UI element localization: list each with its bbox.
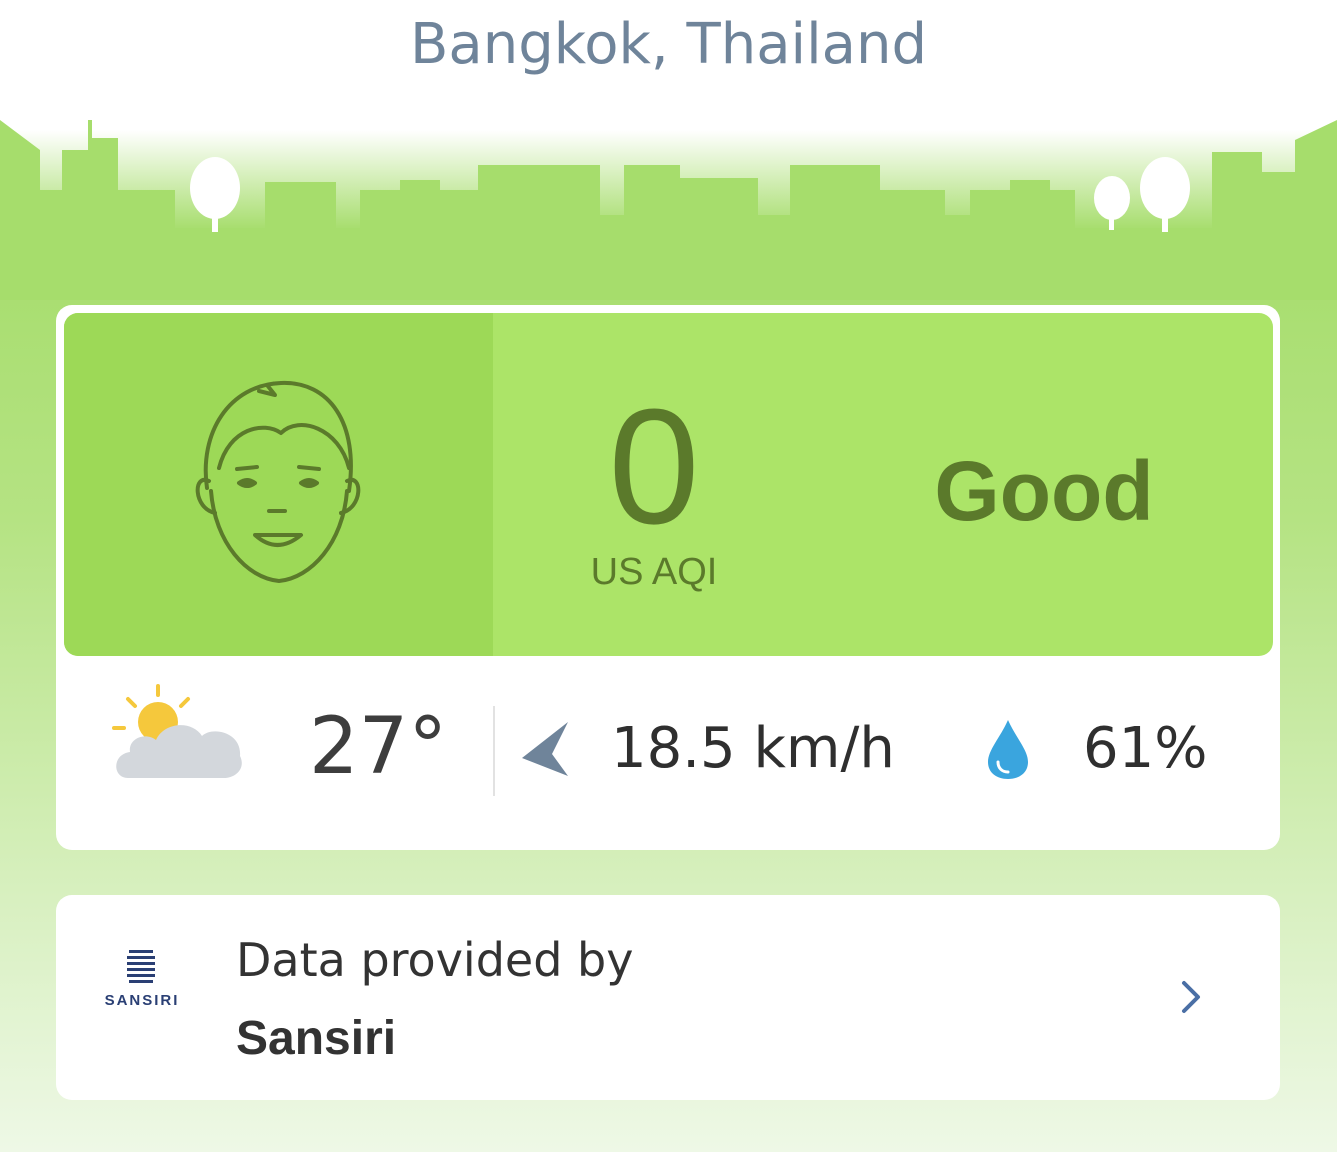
happy-face-icon <box>195 380 361 583</box>
data-provider-card[interactable]: SANSIRI Data provided by Sansiri <box>56 895 1280 1100</box>
aqi-value: 0 <box>608 375 700 558</box>
weather-divider <box>493 706 495 796</box>
provider-name: Sansiri <box>236 1012 397 1065</box>
wind-direction-arrow-icon <box>522 722 568 776</box>
temperature: 27° <box>309 702 448 792</box>
face-area <box>64 313 493 656</box>
provider-label: Data provided by <box>236 933 634 987</box>
sansiri-logo: SANSIRI <box>96 950 188 1020</box>
sansiri-logo-mark-icon <box>127 950 155 983</box>
city-skyline-illustration <box>0 120 1337 300</box>
aqi-unit-label: US AQI <box>590 551 718 593</box>
partly-cloudy-icon <box>112 684 242 778</box>
chevron-right-icon[interactable] <box>1176 977 1206 1017</box>
weather-row: 27° 18.5 km/h 61% <box>56 656 1280 850</box>
sansiri-logo-text: SANSIRI <box>104 992 180 1009</box>
aqi-level: Good <box>934 444 1154 538</box>
wind-speed: 18.5 km/h <box>611 716 895 781</box>
aqi-panel: 0 US AQI Good <box>64 313 1273 656</box>
air-quality-card: 0 US AQI Good 27° 18.5 km/h 61% <box>56 305 1280 850</box>
page-title: Bangkok, Thailand <box>410 12 927 77</box>
water-drop-icon <box>988 720 1028 779</box>
humidity: 61% <box>1083 716 1208 781</box>
